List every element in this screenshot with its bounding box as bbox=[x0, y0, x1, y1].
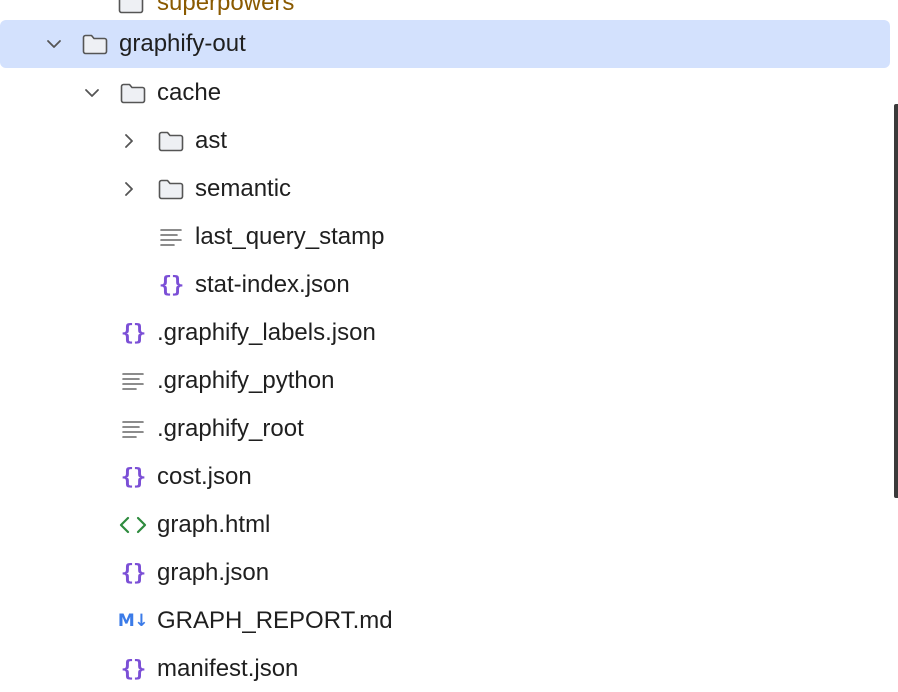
folder-icon bbox=[156, 117, 186, 165]
folder-icon bbox=[156, 165, 186, 213]
tree-item-cache[interactable]: cache bbox=[0, 69, 890, 117]
tree-item-label: cache bbox=[157, 79, 222, 106]
tree-item-graphify-root[interactable]: .graphify_root bbox=[0, 405, 890, 453]
chevron-down-icon[interactable] bbox=[82, 69, 102, 117]
tree-item-graph-report-md[interactable]: M↓ GRAPH_REPORT.md bbox=[0, 597, 890, 645]
tree-item-label: semantic bbox=[195, 175, 292, 202]
json-file-icon: {} bbox=[120, 560, 147, 586]
tree-item-graphify-python[interactable]: .graphify_python bbox=[0, 357, 890, 405]
tree-item-label: manifest.json bbox=[157, 655, 299, 682]
markdown-file-icon: M↓ bbox=[117, 611, 149, 631]
chevron-right-icon[interactable] bbox=[119, 117, 139, 165]
tree-item-cost-json[interactable]: {} cost.json bbox=[0, 453, 890, 501]
tree-item-last-query-stamp[interactable]: last_query_stamp bbox=[0, 213, 890, 261]
tree-item-label: graph.json bbox=[157, 559, 270, 586]
tree-item-label: .graphify_labels.json bbox=[157, 319, 376, 346]
vertical-scrollbar[interactable] bbox=[894, 104, 898, 498]
tree-item-label: cost.json bbox=[157, 463, 252, 490]
tree-item-label: graphify-out bbox=[119, 30, 246, 57]
folder-icon bbox=[118, 69, 148, 117]
tree-item-label: .graphify_root bbox=[157, 415, 304, 442]
json-file-icon: {} bbox=[120, 464, 147, 490]
tree-item-stat-index-json[interactable]: {} stat-index.json bbox=[0, 261, 890, 309]
tree-item-manifest-json[interactable]: {} manifest.json bbox=[0, 645, 890, 692]
file-explorer-tree: superpowers graphify-out cache ast seman… bbox=[0, 0, 898, 692]
tree-item-label: last_query_stamp bbox=[195, 223, 385, 250]
text-file-icon bbox=[156, 213, 186, 261]
tree-item-semantic[interactable]: semantic bbox=[0, 165, 890, 213]
tree-item-graph-json[interactable]: {} graph.json bbox=[0, 549, 890, 597]
text-file-icon bbox=[118, 405, 148, 453]
json-file-icon: {} bbox=[120, 656, 147, 682]
tree-item-graph-html[interactable]: graph.html bbox=[0, 501, 890, 549]
tree-item-label: .graphify_python bbox=[157, 367, 335, 394]
json-file-icon: {} bbox=[120, 320, 147, 346]
text-file-icon bbox=[118, 357, 148, 405]
tree-item-graphify-labels-json[interactable]: {} .graphify_labels.json bbox=[0, 309, 890, 357]
chevron-down-icon[interactable] bbox=[44, 20, 64, 68]
tree-item-label: ast bbox=[195, 127, 228, 154]
tree-item-label: stat-index.json bbox=[195, 271, 350, 298]
folder-icon bbox=[80, 20, 110, 68]
tree-item-graphify-out[interactable]: graphify-out bbox=[0, 20, 890, 68]
tree-item-ast[interactable]: ast bbox=[0, 117, 890, 165]
json-file-icon: {} bbox=[158, 272, 185, 298]
html-file-icon bbox=[118, 501, 148, 549]
tree-item-label: GRAPH_REPORT.md bbox=[157, 607, 393, 634]
chevron-right-icon[interactable] bbox=[119, 165, 139, 213]
tree-item-label: graph.html bbox=[157, 511, 271, 538]
